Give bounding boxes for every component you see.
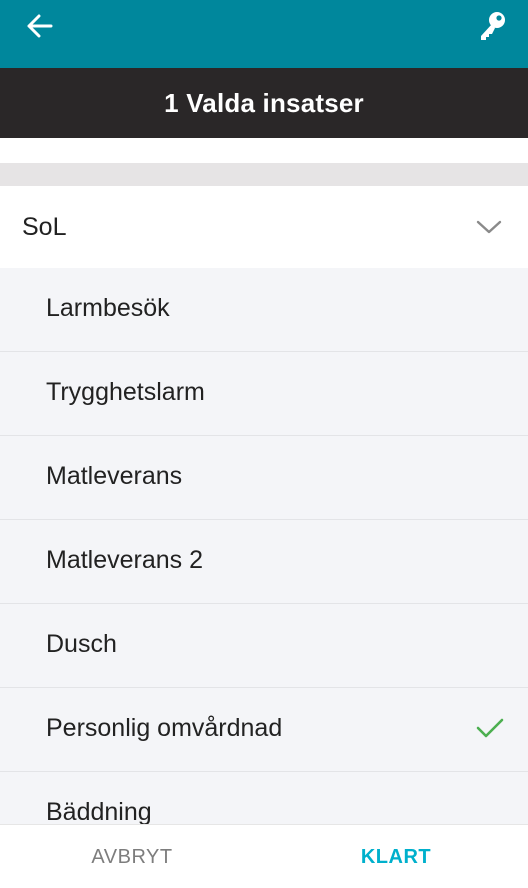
list-item-selected[interactable]: Personlig omvårdnad <box>0 688 528 772</box>
list-item[interactable]: Matleverans <box>0 436 528 520</box>
back-button[interactable] <box>18 8 62 44</box>
list-item-label: Matleverans <box>46 462 183 490</box>
arrow-left-icon <box>27 14 53 38</box>
list-item[interactable]: Bäddning <box>0 772 528 824</box>
list-item[interactable]: Matleverans 2 <box>0 520 528 604</box>
checkmark-icon <box>476 718 504 738</box>
cancel-button[interactable]: AVBRYT <box>0 825 264 888</box>
screen: 1 Valda insatser SoL Larmbesök Trygghets… <box>0 0 528 888</box>
key-icon <box>481 12 505 40</box>
done-button[interactable]: KLART <box>264 825 528 888</box>
list-item[interactable]: Larmbesök <box>0 268 528 352</box>
list-item-label: Dusch <box>46 630 117 658</box>
list-item-label: Trygghetslarm <box>46 378 205 406</box>
list-item-label: Matleverans 2 <box>46 546 204 574</box>
top-spacer <box>0 138 528 163</box>
insats-list[interactable]: Larmbesök Trygghetslarm Matleverans Matl… <box>0 268 528 824</box>
key-button[interactable] <box>470 6 514 46</box>
app-bar <box>0 0 528 68</box>
list-item[interactable]: Trygghetslarm <box>0 352 528 436</box>
group-label: SoL <box>22 212 67 241</box>
section-divider <box>0 163 528 186</box>
chevron-down-icon <box>476 220 502 234</box>
list-item-label: Bäddning <box>46 798 152 824</box>
list-item[interactable]: Dusch <box>0 604 528 688</box>
page-title: 1 Valda insatser <box>164 87 364 118</box>
title-bar: 1 Valda insatser <box>0 68 528 138</box>
group-header-sol[interactable]: SoL <box>0 186 528 268</box>
list-item-label: Personlig omvårdnad <box>46 714 283 742</box>
bottom-action-bar: AVBRYT KLART <box>0 824 528 888</box>
list-item-label: Larmbesök <box>46 294 170 322</box>
